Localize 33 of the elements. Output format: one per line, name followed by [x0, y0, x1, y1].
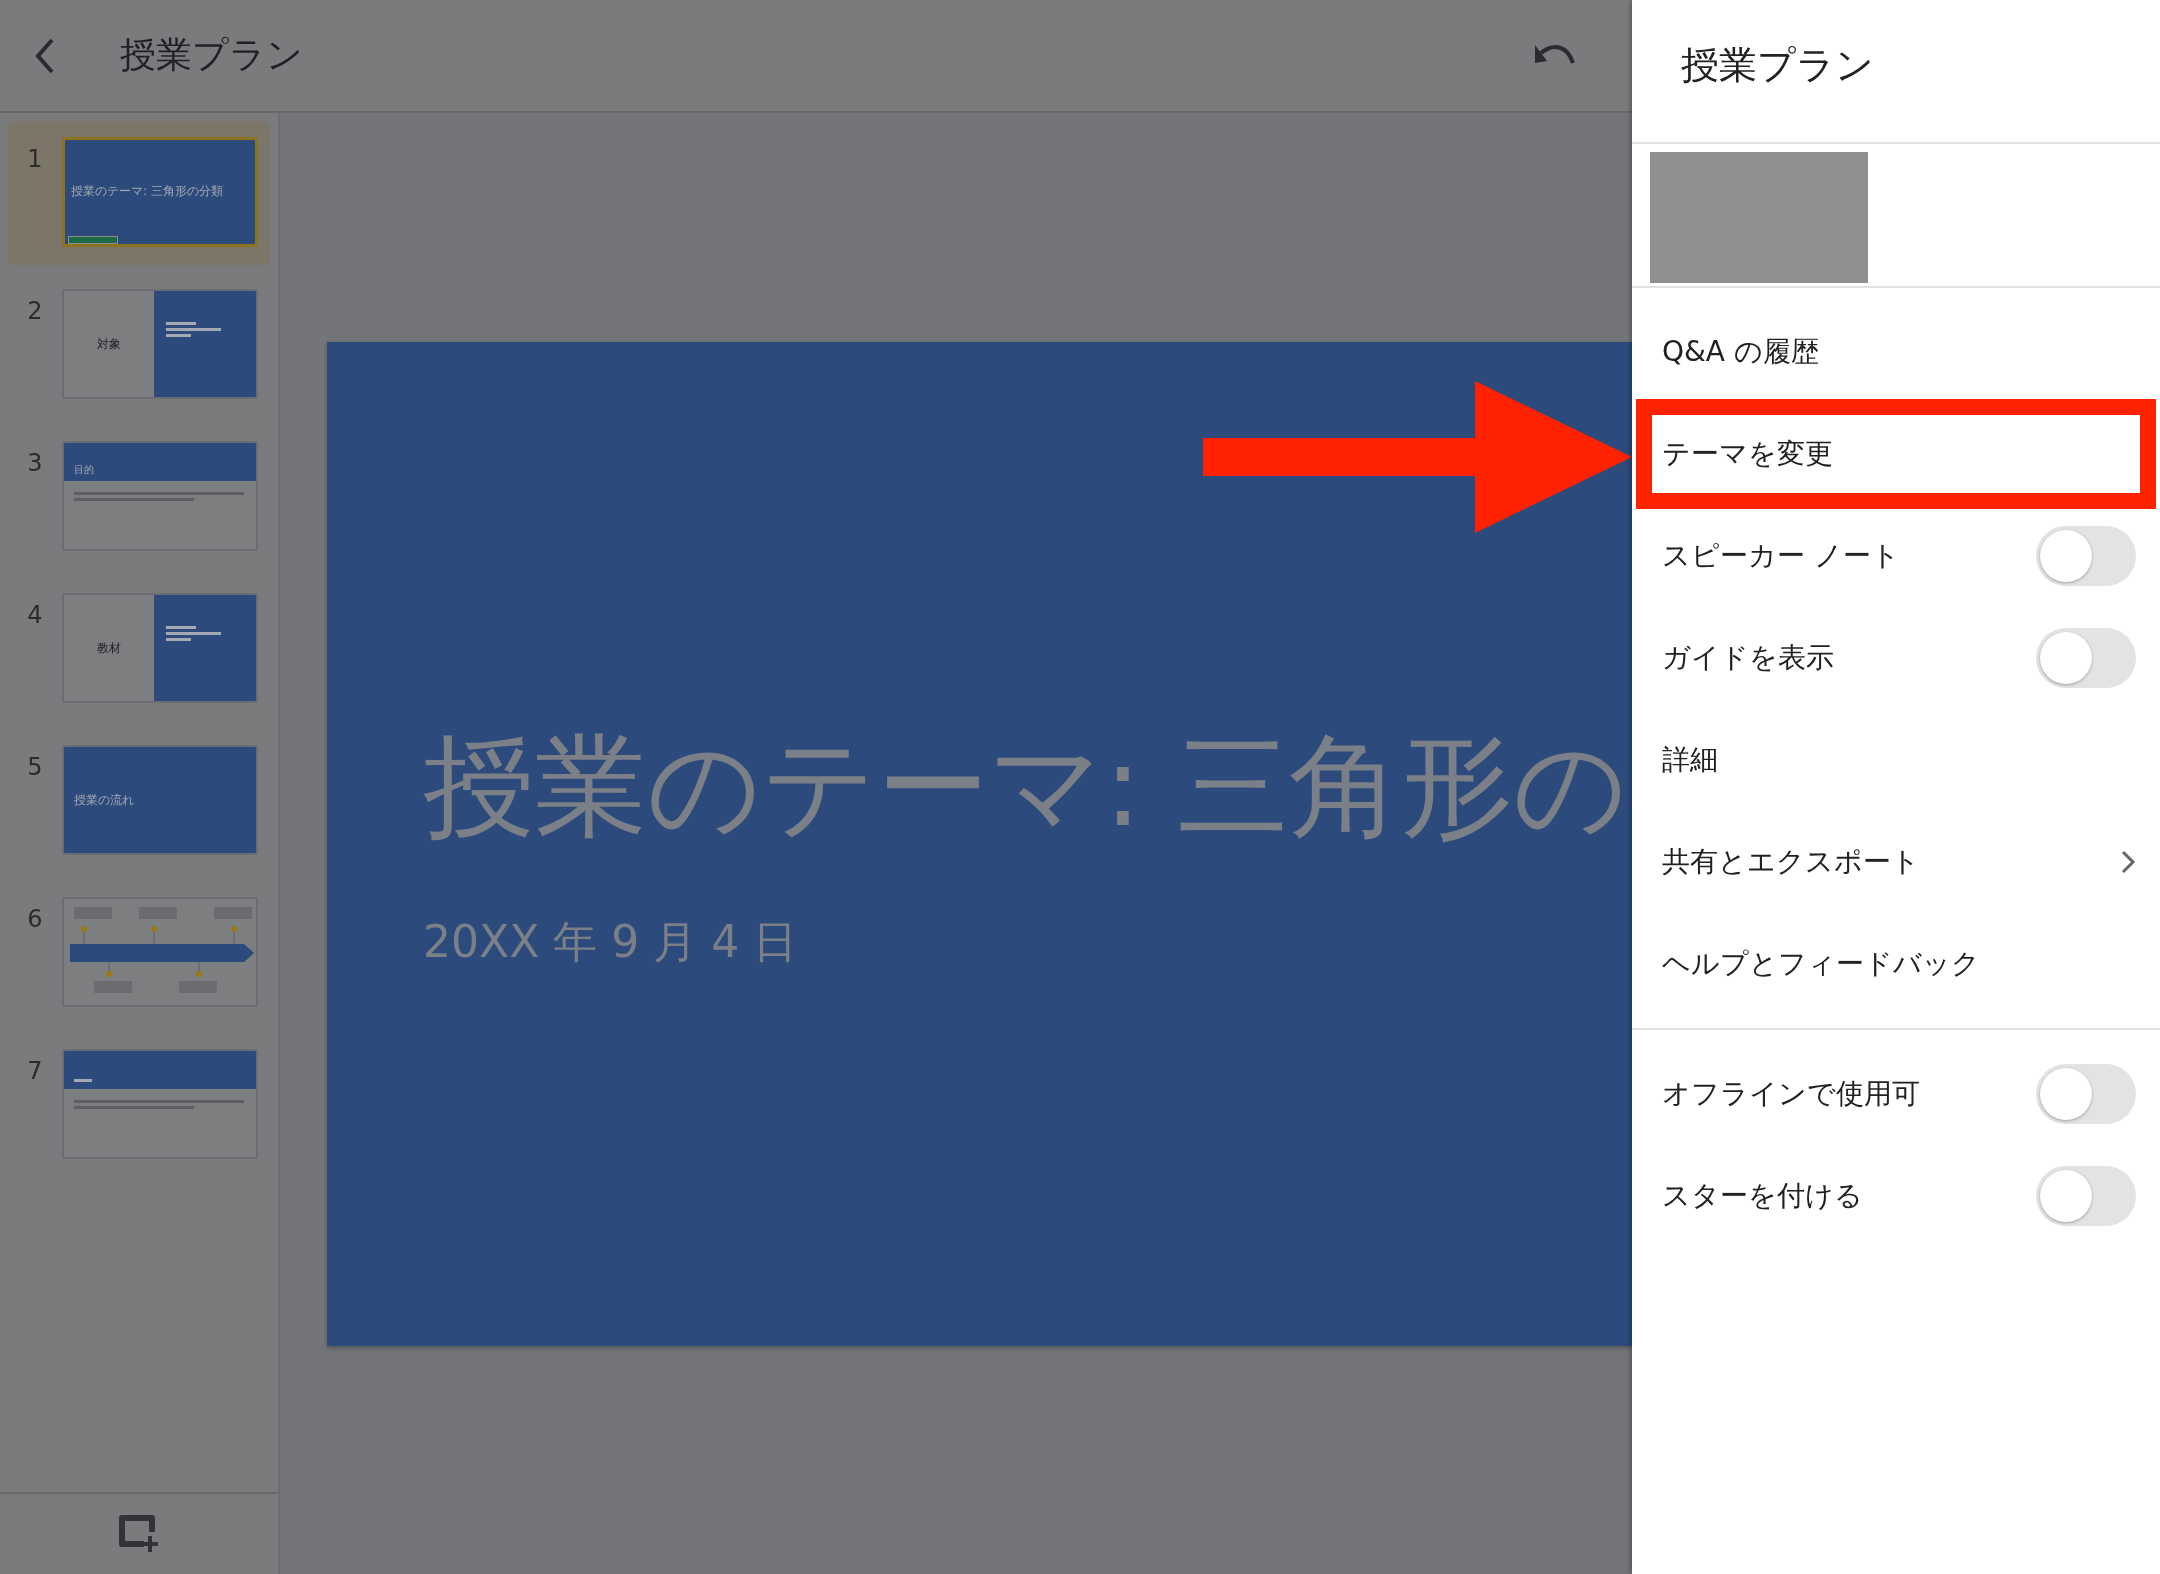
slide-number: 2: [26, 297, 44, 325]
thumbnail-title: 教材: [97, 639, 121, 657]
slide-number: 4: [26, 601, 44, 629]
slide-number: 7: [26, 1057, 44, 1085]
menu-item[interactable]: Q&A の履歴: [1632, 301, 2160, 403]
toggle-switch[interactable]: [2036, 628, 2136, 688]
thumbnail-title: 授業の流れ: [74, 791, 134, 809]
thumbnail-title: 目的: [74, 463, 94, 477]
menu-item[interactable]: スピーカー ノート: [1632, 505, 2160, 607]
slide-subtitle: 20XX 年 9 月 4 日: [423, 915, 799, 969]
menu-item[interactable]: ガイドを表示: [1632, 607, 2160, 709]
slide-number: 1: [26, 145, 44, 173]
slide-title: 授業のテーマ: 三角形の: [423, 720, 1630, 853]
chevron-right-icon: [2120, 849, 2136, 875]
slide-number: 6: [26, 905, 44, 933]
indicator-bar: [68, 236, 118, 244]
menu-item[interactable]: オフラインで使用可: [1632, 1043, 2160, 1145]
toggle-switch[interactable]: [2036, 1064, 2136, 1124]
thumbnail-title: 対象: [97, 335, 121, 353]
slide-number: 5: [26, 753, 44, 781]
toggle-switch[interactable]: [2036, 526, 2136, 586]
add-slide-icon[interactable]: [118, 1514, 160, 1554]
toggle-switch[interactable]: [2036, 1166, 2136, 1226]
slide-thumbnail-item[interactable]: 1 授業のテーマ: 三角形の分類: [8, 121, 270, 265]
menu-item[interactable]: テーマを変更: [1632, 403, 2160, 505]
menu-item[interactable]: ヘルプとフィードバック: [1632, 913, 2160, 1015]
panel-title: 授業プラン: [1632, 0, 2160, 144]
slide-number: 3: [26, 449, 44, 477]
menu-item[interactable]: スターを付ける: [1632, 1145, 2160, 1247]
thumbnail-title: 授業のテーマ: 三角形の分類: [71, 184, 223, 198]
menu-item[interactable]: 詳細: [1632, 709, 2160, 811]
menu-item[interactable]: 共有とエクスポート: [1632, 811, 2160, 913]
document-title: 授業プラン: [120, 33, 304, 77]
